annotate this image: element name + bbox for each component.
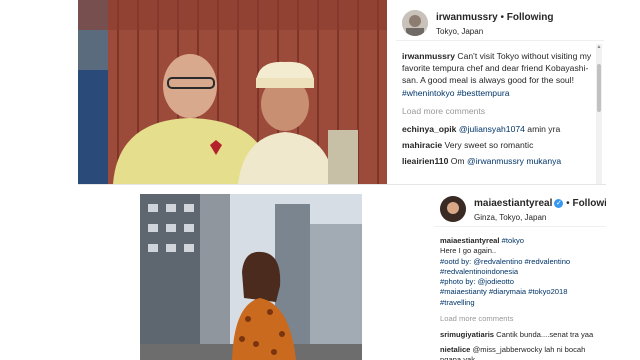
user-avatar[interactable]: [440, 196, 466, 222]
caption-line: Here I go again..: [440, 246, 497, 256]
scrollbar-thumb[interactable]: [597, 64, 601, 112]
separator-dot: •: [566, 198, 570, 209]
caption: maiaestiantyreal #tokyo Here I go again.…: [440, 236, 594, 308]
caption-line[interactable]: #photo by: @jodieotto: [440, 277, 514, 286]
comment-list: maiaestiantyreal #tokyo Here I go again.…: [440, 236, 594, 360]
comment-username[interactable]: echinya_opik: [402, 124, 456, 134]
post-header: irwanmussry • Following Tokyo, Japan: [396, 0, 604, 41]
post-photo-street[interactable]: [140, 194, 362, 360]
instagram-post-2: maiaestiantyreal✓ • Following Ginza, Tok…: [78, 186, 606, 360]
instagram-post-1: irwanmussry • Following Tokyo, Japan irw…: [78, 0, 606, 185]
comment-row: lieairien110 Om @irwanmussry mukanya: [402, 155, 592, 167]
location-link[interactable]: Ginza, Tokyo, Japan: [474, 213, 546, 222]
header-username[interactable]: maiaestiantyreal: [474, 198, 552, 209]
comment-username[interactable]: lieairien110: [402, 156, 448, 166]
location-link[interactable]: Tokyo, Japan: [436, 27, 483, 36]
comment-text: amin yra: [524, 124, 561, 135]
comment-mention[interactable]: @irwanmussry mukanya: [467, 156, 561, 166]
comment-username[interactable]: mahiracie: [402, 140, 442, 150]
comment-row: srimugiyatiaris Cantik bunda....senat tr…: [440, 330, 594, 340]
post-sidebar: irwanmussry • Following Tokyo, Japan irw…: [396, 0, 604, 184]
header-username-row: irwanmussry • Following: [436, 12, 553, 23]
caption: irwanmussry Can't visit Tokyo without vi…: [402, 50, 592, 99]
post-photo-chef[interactable]: [78, 0, 387, 184]
load-more-comments[interactable]: Load more comments: [440, 314, 594, 324]
separator-dot: •: [500, 12, 504, 23]
header-username-row: maiaestiantyreal✓ • Following: [474, 198, 606, 209]
following-button[interactable]: Following: [507, 12, 554, 23]
comment-mention[interactable]: @juliansyah1074: [459, 124, 525, 134]
caption-line[interactable]: #maiaestianty #diarymaia #tokyo2018: [440, 287, 567, 296]
post-header: maiaestiantyreal✓ • Following Ginza, Tok…: [434, 186, 606, 227]
header-username[interactable]: irwanmussry: [436, 12, 498, 23]
caption-hashtags[interactable]: #whenintokyo #besttempura: [402, 88, 510, 98]
photo-image: [140, 194, 362, 360]
comment-row: echinya_opik @juliansyah1074 amin yra: [402, 123, 592, 135]
post-sidebar: maiaestiantyreal✓ • Following Ginza, Tok…: [434, 186, 606, 360]
caption-username[interactable]: maiaestiantyreal: [440, 236, 500, 245]
comment-row: mahiracie Very sweet so romantic: [402, 139, 592, 151]
photo-image: [78, 0, 387, 184]
comments-scrollbar[interactable]: ▲: [596, 44, 602, 184]
caption-username[interactable]: irwanmussry: [402, 51, 455, 61]
user-avatar[interactable]: [402, 10, 428, 36]
comment-text: Very sweet so romantic: [444, 140, 534, 151]
comment-username[interactable]: nietalice: [440, 345, 470, 354]
caption-line[interactable]: #tokyo: [502, 236, 524, 245]
comment-list: irwanmussry Can't visit Tokyo without vi…: [402, 50, 592, 172]
caption-line[interactable]: #travelling: [440, 298, 475, 307]
comment-text: Cantik bunda....senat tra yaa: [496, 330, 594, 340]
verified-badge-icon: ✓: [554, 199, 564, 208]
comment-row: nietalice @miss_jabberwocky lah ni bocah…: [440, 345, 594, 360]
comment-prefix: Om: [450, 156, 467, 167]
scroll-up-icon[interactable]: ▲: [596, 44, 602, 50]
following-button[interactable]: Following: [572, 198, 606, 209]
caption-line[interactable]: #redvalentinoindonesia: [440, 267, 518, 276]
caption-line[interactable]: #ootd by: @redvalentino #redvalentino: [440, 257, 570, 266]
load-more-comments[interactable]: Load more comments: [402, 105, 592, 117]
comment-username[interactable]: srimugiyatiaris: [440, 330, 494, 339]
